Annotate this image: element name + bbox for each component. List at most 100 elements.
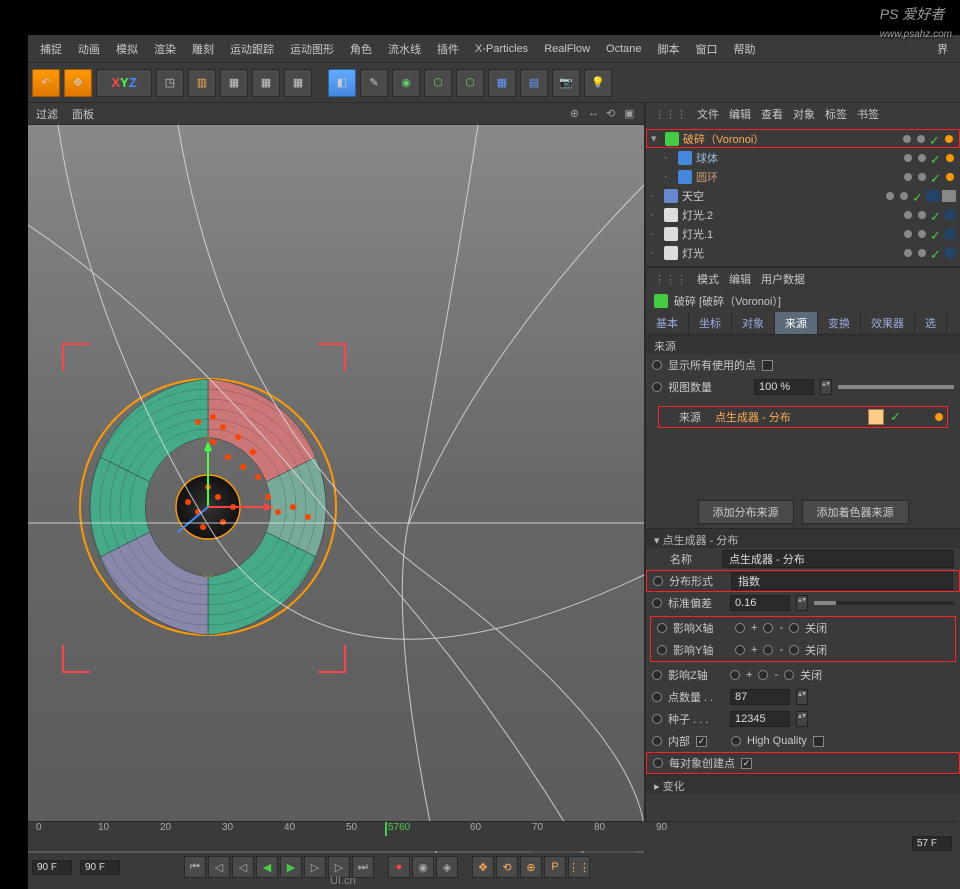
attr-tab[interactable]: 选: [915, 312, 947, 334]
menu-item[interactable]: 雕刻: [186, 37, 220, 61]
vp-menu-filter[interactable]: 过滤: [36, 106, 58, 122]
add-distribution-button[interactable]: 添加分布来源: [698, 500, 794, 524]
floor-icon[interactable]: ▤: [520, 69, 548, 97]
menu-item[interactable]: 脚本: [652, 37, 686, 61]
obj-menu-item[interactable]: 书签: [857, 106, 879, 122]
opt-icon[interactable]: ⋮⋮: [568, 856, 590, 878]
obj-menu-item[interactable]: 对象: [793, 106, 815, 122]
attr-panel-menu[interactable]: ⋮⋮⋮ 模式 编辑 用户数据: [646, 268, 960, 290]
attr-tab[interactable]: 基本: [646, 312, 689, 334]
axes-xyz-button[interactable]: XYZ: [96, 69, 152, 97]
distribution-form-row[interactable]: 分布形式: [646, 570, 960, 592]
attr-tab[interactable]: 效果器: [861, 312, 915, 334]
menu-item[interactable]: 插件: [431, 37, 465, 61]
attr-menu-item[interactable]: 编辑: [729, 271, 751, 287]
autokey-icon[interactable]: ◉: [412, 856, 434, 878]
record-icon[interactable]: ●: [388, 856, 410, 878]
obj-menu-item[interactable]: 标签: [825, 106, 847, 122]
name-input[interactable]: [722, 550, 954, 568]
main-menubar[interactable]: 捕捉 动画 模拟 渲染 雕刻 运动跟踪 运动图形 角色 流水线 插件 X-Par…: [28, 35, 960, 63]
key-icon[interactable]: ◈: [436, 856, 458, 878]
add-shader-button[interactable]: 添加着色器来源: [802, 500, 909, 524]
viewport-menubar[interactable]: 过滤 面板 ⊕ ↔ ⟲ ▣: [28, 103, 644, 125]
attr-tab[interactable]: 来源: [775, 312, 818, 334]
tree-row[interactable]: · 灯光.1 ✓: [646, 224, 960, 243]
vp-nav-icon[interactable]: ⟲: [606, 107, 620, 121]
end-frame-input[interactable]: 90 F: [80, 860, 120, 875]
affect-x-row[interactable]: 影响X轴 +- 关闭: [651, 617, 955, 639]
timeline-marker[interactable]: [385, 822, 387, 836]
coord-icon[interactable]: ◳: [156, 69, 184, 97]
goto-start-icon[interactable]: ⏮: [184, 856, 206, 878]
internal-row[interactable]: 内部 ✓ High Quality: [646, 730, 960, 752]
camera-icon[interactable]: 📷: [552, 69, 580, 97]
menu-item[interactable]: 运动跟踪: [224, 37, 280, 61]
array-icon[interactable]: ▦: [488, 69, 516, 97]
render-icon[interactable]: ▦: [220, 69, 248, 97]
attr-tab[interactable]: 对象: [732, 312, 775, 334]
vp-menu-panel[interactable]: 面板: [72, 106, 94, 122]
menu-item[interactable]: RealFlow: [538, 39, 596, 59]
prev-frame-icon[interactable]: ◁: [232, 856, 254, 878]
view-count-row[interactable]: 视图数量 100 %▴▾: [646, 376, 960, 398]
menu-item[interactable]: X-Particles: [469, 39, 534, 59]
deformer-icon[interactable]: ⬡: [456, 69, 484, 97]
tree-row[interactable]: · 球体 ✓: [646, 148, 960, 167]
attr-tab[interactable]: 变换: [818, 312, 861, 334]
opt-icon[interactable]: P: [544, 856, 566, 878]
section-transform[interactable]: ▸ 变化: [646, 774, 960, 794]
attr-tab[interactable]: 坐标: [689, 312, 732, 334]
menu-item[interactable]: 帮助: [728, 37, 762, 61]
render-region-icon[interactable]: ▦: [252, 69, 280, 97]
source-list-item[interactable]: 来源 点生成器 - 分布 ✓: [658, 406, 948, 428]
point-count-row[interactable]: 点数量 . . 87▴▾: [646, 686, 960, 708]
undo-icon[interactable]: ↶: [32, 69, 60, 97]
vp-nav-icon[interactable]: ↔: [588, 107, 602, 121]
vp-nav-icon[interactable]: ▣: [624, 107, 638, 121]
tree-row[interactable]: · 圆环 ✓: [646, 167, 960, 186]
attr-menu-item[interactable]: 用户数据: [761, 271, 805, 287]
vp-nav-icon[interactable]: ⊕: [570, 107, 584, 121]
distribution-select[interactable]: [731, 572, 953, 590]
obj-menu-item[interactable]: 查看: [761, 106, 783, 122]
menu-item[interactable]: 运动图形: [284, 37, 340, 61]
obj-menu-item[interactable]: 编辑: [729, 106, 751, 122]
primitive-cube-icon[interactable]: ◧: [328, 69, 356, 97]
start-frame-input[interactable]: 90 F: [32, 860, 72, 875]
std-dev-row[interactable]: 标准偏差 0.16▴▾: [646, 592, 960, 614]
seed-row[interactable]: 种子 . . . 12345▴▾: [646, 708, 960, 730]
menu-item[interactable]: 捕捉: [34, 37, 68, 61]
menu-item[interactable]: 流水线: [382, 37, 427, 61]
menu-item[interactable]: Octane: [600, 39, 647, 59]
section-point-generator[interactable]: ▾ 点生成器 - 分布: [646, 528, 960, 548]
affect-z-row[interactable]: 影响Z轴 +- 关闭: [646, 664, 960, 686]
pen-icon[interactable]: ✎: [360, 69, 388, 97]
generator-icon[interactable]: ⬡: [424, 69, 452, 97]
opt-icon[interactable]: ✥: [472, 856, 494, 878]
show-points-row[interactable]: 显示所有使用的点: [646, 354, 960, 376]
handle-icon[interactable]: [935, 413, 943, 421]
light-icon[interactable]: 💡: [584, 69, 612, 97]
menu-item[interactable]: 窗口: [690, 37, 724, 61]
prev-key-icon[interactable]: ◁: [208, 856, 230, 878]
attr-tabs[interactable]: 基本坐标对象来源变换效果器选: [646, 312, 960, 334]
viewport[interactable]: 网格间距 : 1000 cm: [28, 125, 644, 863]
current-frame[interactable]: 57 F: [912, 836, 952, 851]
tree-row[interactable]: · 天空 ✓: [646, 186, 960, 205]
affect-y-row[interactable]: 影响Y轴 +- 关闭: [651, 639, 955, 661]
obj-menu-item[interactable]: 文件: [697, 106, 719, 122]
play-back-icon[interactable]: ◀: [256, 856, 278, 878]
timeline[interactable]: 5760 0102030405060708090 57 F: [28, 821, 958, 851]
tree-row[interactable]: · 灯光.2 ✓: [646, 205, 960, 224]
menu-item[interactable]: 角色: [344, 37, 378, 61]
objects-panel-menu[interactable]: ⋮⋮⋮ 文件 编辑 查看 对象 标签 书签: [646, 103, 960, 125]
play-icon[interactable]: ▶: [280, 856, 302, 878]
menu-item[interactable]: 界: [931, 37, 954, 61]
object-tree[interactable]: ▾ 破碎（Voronoi） ✓ · 球体 ✓ · 圆环 ✓ · 天空 ✓ · 灯…: [646, 125, 960, 266]
menu-item[interactable]: 渲染: [148, 37, 182, 61]
move-icon[interactable]: ✥: [64, 69, 92, 97]
menu-item[interactable]: 模拟: [110, 37, 144, 61]
next-frame-icon[interactable]: ▷: [304, 856, 326, 878]
cube-icon[interactable]: ▥: [188, 69, 216, 97]
tree-row[interactable]: ▾ 破碎（Voronoi） ✓: [646, 129, 960, 148]
